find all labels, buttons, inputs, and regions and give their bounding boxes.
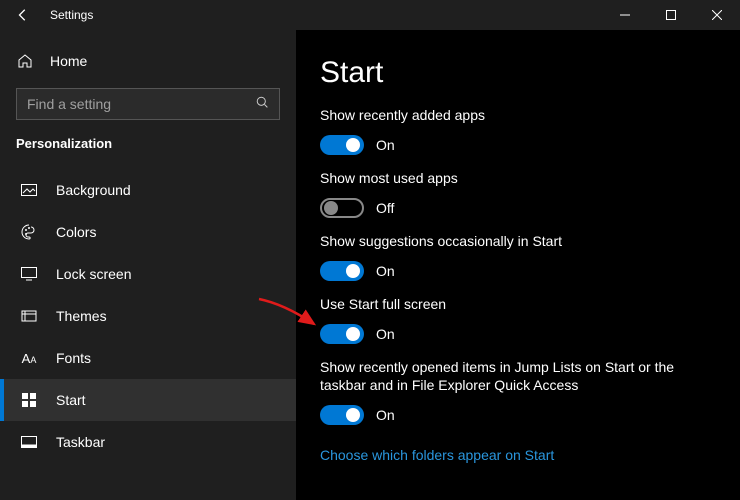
sidebar-item-label: Start (56, 392, 86, 408)
sidebar-item-fonts[interactable]: AA Fonts (0, 337, 296, 379)
search-input-wrap[interactable] (16, 88, 280, 120)
setting-label: Show recently opened items in Jump Lists… (320, 358, 690, 396)
sidebar-item-themes[interactable]: Themes (0, 295, 296, 337)
window-title: Settings (50, 8, 93, 22)
setting-suggestions: Show suggestions occasionally in Start O… (320, 232, 716, 281)
minimize-icon (620, 10, 630, 20)
sidebar-item-lockscreen[interactable]: Lock screen (0, 253, 296, 295)
toggle-state: On (376, 137, 395, 153)
sidebar-item-label: Home (50, 53, 87, 69)
start-icon (20, 391, 38, 409)
close-button[interactable] (694, 0, 740, 30)
taskbar-icon (20, 433, 38, 451)
setting-label: Show suggestions occasionally in Start (320, 232, 716, 251)
sidebar-item-label: Taskbar (56, 434, 105, 450)
content-pane: Start Show recently added apps On Show m… (296, 30, 740, 500)
brush-icon (20, 307, 38, 325)
toggle-state: Off (376, 200, 394, 216)
toggle-state: On (376, 263, 395, 279)
minimize-button[interactable] (602, 0, 648, 30)
sidebar-section-label: Personalization (0, 132, 296, 169)
sidebar-item-background[interactable]: Background (0, 169, 296, 211)
sidebar: Home Personalization Background Colors (0, 30, 296, 500)
search-icon (256, 96, 269, 112)
toggle-state: On (376, 407, 395, 423)
setting-fullscreen: Use Start full screen On (320, 295, 716, 344)
sidebar-item-taskbar[interactable]: Taskbar (0, 421, 296, 463)
page-title: Start (320, 56, 716, 90)
palette-icon (20, 223, 38, 241)
fonts-icon: AA (20, 349, 38, 367)
setting-most-used: Show most used apps Off (320, 169, 716, 218)
picture-icon (20, 181, 38, 199)
setting-label: Use Start full screen (320, 295, 716, 314)
sidebar-item-label: Lock screen (56, 266, 131, 282)
sidebar-item-start[interactable]: Start (0, 379, 296, 421)
sidebar-item-label: Themes (56, 308, 107, 324)
setting-jumplists: Show recently opened items in Jump Lists… (320, 358, 716, 426)
sidebar-item-home[interactable]: Home (0, 42, 296, 80)
back-button[interactable] (0, 0, 46, 30)
toggle-jumplists[interactable] (320, 405, 364, 425)
setting-recently-added: Show recently added apps On (320, 106, 716, 155)
folders-link[interactable]: Choose which folders appear on Start (320, 447, 554, 463)
maximize-icon (666, 10, 676, 20)
sidebar-item-label: Background (56, 182, 131, 198)
setting-label: Show recently added apps (320, 106, 716, 125)
toggle-state: On (376, 326, 395, 342)
toggle-recently-added[interactable] (320, 135, 364, 155)
monitor-icon (20, 265, 38, 283)
maximize-button[interactable] (648, 0, 694, 30)
toggle-fullscreen[interactable] (320, 324, 364, 344)
toggle-suggestions[interactable] (320, 261, 364, 281)
setting-label: Show most used apps (320, 169, 716, 188)
home-icon (16, 52, 34, 70)
close-icon (712, 10, 722, 20)
sidebar-item-colors[interactable]: Colors (0, 211, 296, 253)
search-input[interactable] (27, 96, 245, 112)
arrow-left-icon (16, 8, 30, 22)
toggle-most-used[interactable] (320, 198, 364, 218)
sidebar-item-label: Colors (56, 224, 96, 240)
sidebar-item-label: Fonts (56, 350, 91, 366)
